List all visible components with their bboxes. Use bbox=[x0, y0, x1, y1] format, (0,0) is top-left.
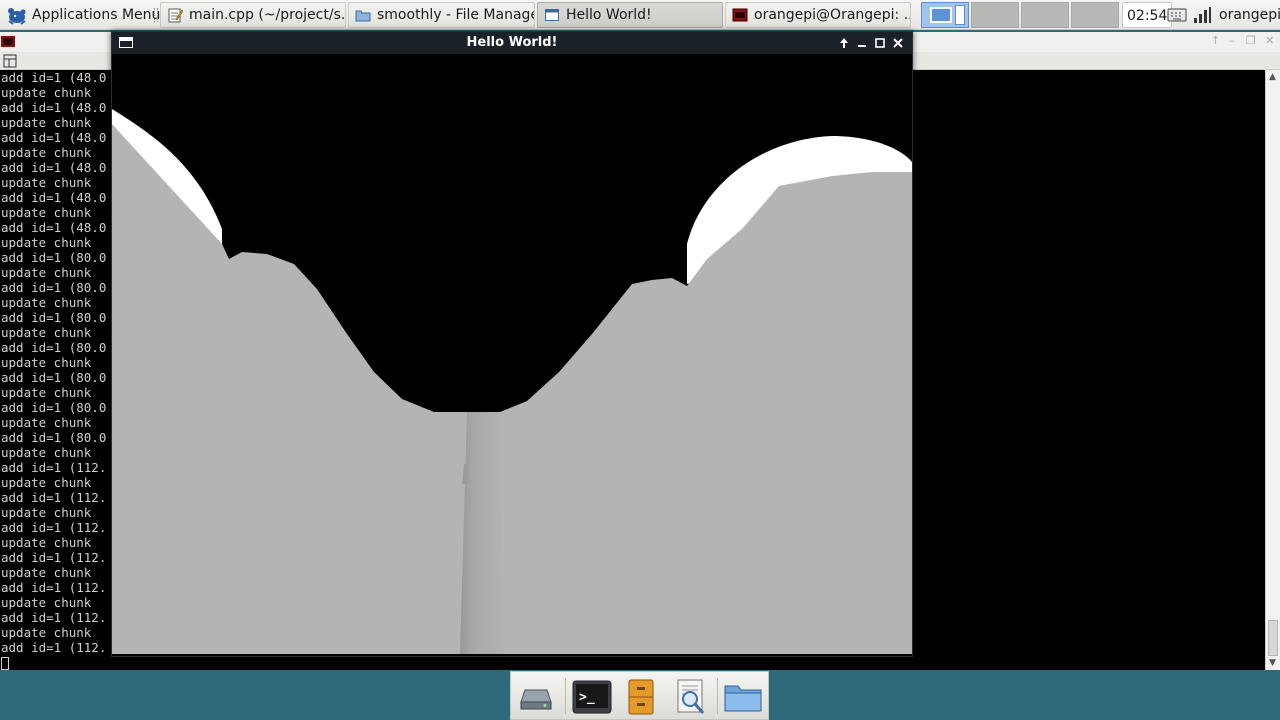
task-label: orangepi@Orangepi: ... bbox=[754, 7, 911, 23]
folder-icon bbox=[355, 10, 371, 22]
network-signal-icon[interactable] bbox=[1192, 6, 1212, 24]
window-icon bbox=[545, 9, 559, 21]
scroll-up-icon[interactable]: ▲ bbox=[1269, 72, 1276, 82]
terminal-icon[interactable]: >_ bbox=[571, 676, 613, 718]
xfce-mouse-icon bbox=[8, 8, 26, 25]
hello-world-window: Hello World! bbox=[111, 31, 913, 657]
minimize-icon[interactable] bbox=[854, 35, 870, 51]
render-canvas[interactable] bbox=[112, 54, 912, 654]
scroll-down-icon[interactable]: ▼ bbox=[1269, 658, 1276, 668]
maximize-icon[interactable] bbox=[872, 35, 888, 51]
user-menu[interactable]: orangepi bbox=[1219, 2, 1280, 28]
search-icon[interactable] bbox=[670, 676, 712, 718]
close-icon[interactable]: ✕ bbox=[1265, 34, 1274, 47]
restore-icon[interactable]: ❐ bbox=[1246, 34, 1256, 47]
svg-text:>_: >_ bbox=[579, 690, 595, 705]
task-main-cpp[interactable]: main.cpp (~/project/s... bbox=[160, 2, 346, 28]
terminal-icon bbox=[732, 8, 748, 22]
minimize-icon[interactable]: – bbox=[1229, 34, 1235, 47]
new-tab-icon[interactable] bbox=[3, 54, 17, 68]
task-terminal[interactable]: orangepi@Orangepi: ... bbox=[725, 2, 911, 28]
maximize-vertical-icon[interactable]: ↑ bbox=[1211, 34, 1220, 47]
dock-divider bbox=[565, 678, 566, 714]
dock-divider bbox=[717, 678, 718, 714]
workspace-2[interactable] bbox=[971, 2, 1019, 28]
keyboard-icon[interactable] bbox=[1167, 7, 1187, 23]
applications-menu-button[interactable]: Applications Menu bbox=[2, 2, 164, 28]
shade-up-icon[interactable] bbox=[836, 35, 852, 51]
drive-icon[interactable] bbox=[515, 676, 557, 718]
hello-world-titlebar[interactable]: Hello World! bbox=[112, 32, 912, 54]
task-hello-world[interactable]: Hello World! bbox=[537, 2, 723, 28]
task-label: smoothly - File Manager bbox=[377, 7, 535, 23]
task-file-manager[interactable]: smoothly - File Manager bbox=[348, 2, 535, 28]
workspace-4[interactable] bbox=[1071, 2, 1119, 28]
clock[interactable]: 02:54 bbox=[1122, 2, 1173, 28]
file-cabinet-icon[interactable] bbox=[620, 676, 662, 718]
workspace-1[interactable] bbox=[921, 2, 969, 28]
terrain-scene bbox=[112, 54, 912, 654]
terminal-cursor bbox=[1, 655, 1263, 670]
valley-seam bbox=[460, 412, 504, 654]
dock: >_ bbox=[510, 671, 769, 720]
close-icon[interactable] bbox=[890, 35, 906, 51]
workspace-switcher bbox=[921, 2, 1119, 28]
folder-icon[interactable] bbox=[722, 676, 764, 718]
text-editor-icon bbox=[168, 8, 183, 23]
task-label: main.cpp (~/project/s... bbox=[189, 7, 346, 23]
workspace-3[interactable] bbox=[1021, 2, 1069, 28]
top-panel: Applications Menu main.cpp (~/project/s.… bbox=[0, 0, 1280, 30]
applications-menu-label: Applications Menu bbox=[32, 7, 161, 23]
task-label: Hello World! bbox=[566, 7, 652, 23]
terminal-icon bbox=[1, 36, 15, 47]
panel-separator bbox=[154, 8, 158, 22]
terminal-scrollbar[interactable]: ▲ ▼ bbox=[1265, 70, 1280, 670]
window-title: Hello World! bbox=[466, 35, 558, 50]
scrollbar-thumb[interactable] bbox=[1268, 620, 1278, 656]
